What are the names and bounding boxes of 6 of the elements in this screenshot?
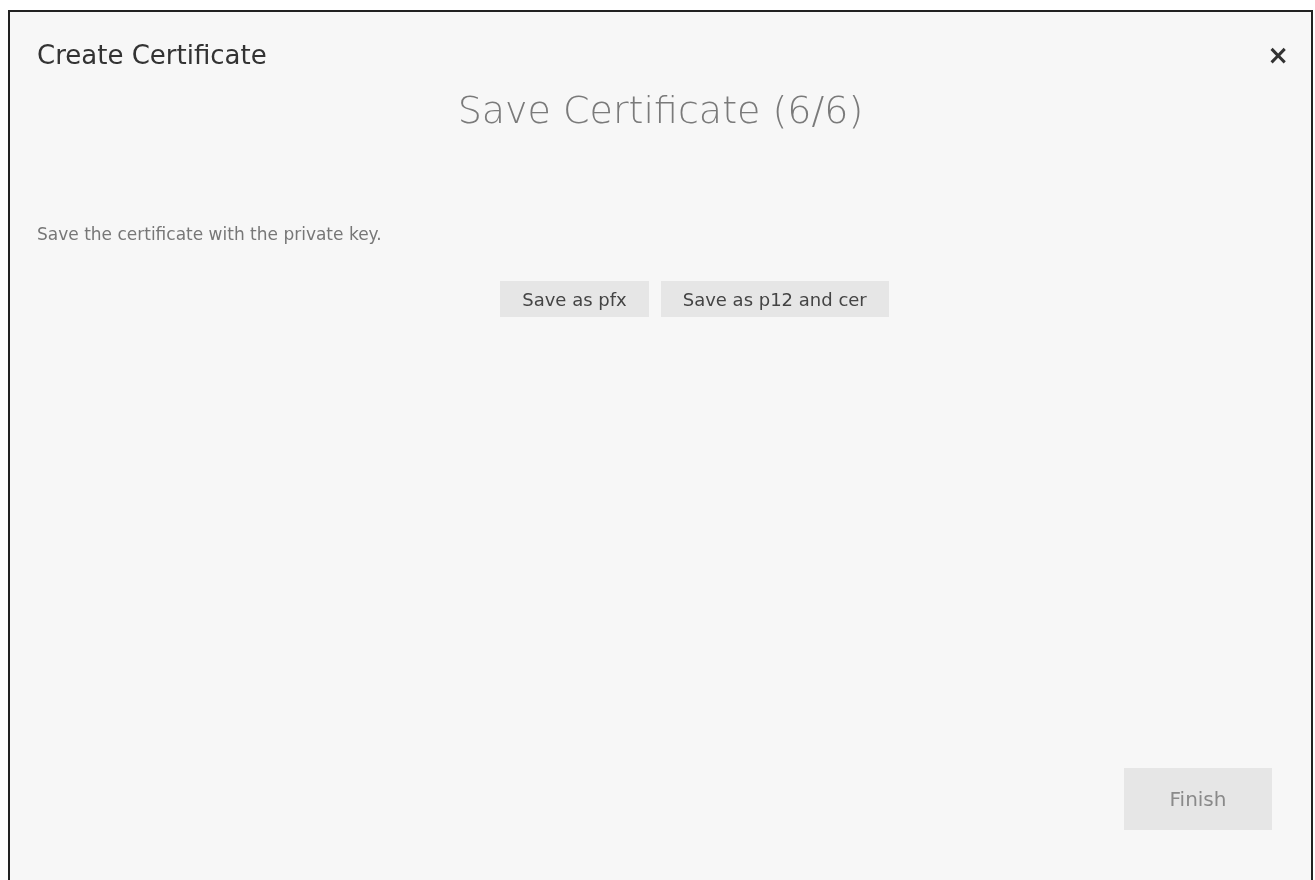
save-button[interactable]: Save as pfx <box>500 281 649 317</box>
step-heading: Save Certificate (6/6) <box>457 88 864 132</box>
step-description: Save the certificate with the private key. <box>37 224 383 244</box>
save-button[interactable]: Save as p12 and cer <box>660 281 889 317</box>
close-button[interactable]: × <box>1267 40 1289 70</box>
dialog-title: Create Certificate <box>37 40 267 70</box>
